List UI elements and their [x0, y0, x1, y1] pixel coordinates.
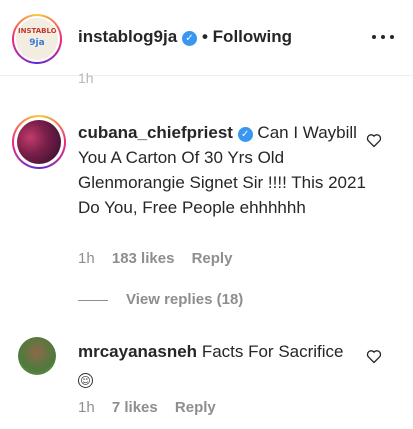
reply-button[interactable]: Reply: [175, 399, 216, 416]
comment-body: mrcayanasneh Facts For Sacrifice ☺: [78, 339, 363, 389]
avatar[interactable]: INSTABLOG 9ja: [16, 18, 58, 60]
username-text[interactable]: instablog9ja: [78, 27, 177, 46]
partial-timestamp: 1h: [78, 70, 94, 84]
comment-time[interactable]: 1h: [78, 250, 95, 267]
more-horizontal-icon[interactable]: [370, 32, 396, 42]
comment-time[interactable]: 1h: [78, 399, 95, 416]
post-header: INSTABLOG 9ja instablog9ja ✓ • Following: [0, 0, 413, 76]
verified-badge-icon: ✓: [237, 127, 253, 142]
view-replies-label[interactable]: View replies (18): [126, 291, 243, 308]
avatar[interactable]: [18, 337, 56, 375]
comment-meta: 1h 7 likes Reply: [78, 399, 229, 416]
reply-button[interactable]: Reply: [192, 250, 233, 267]
heart-outline-icon[interactable]: [366, 133, 382, 148]
avatar-logo-subtext: 9ja: [29, 38, 45, 48]
likes-count[interactable]: 7 likes: [112, 399, 158, 416]
heart-outline-icon[interactable]: [366, 349, 382, 364]
smile-emoji: ☺: [78, 373, 93, 388]
comment-meta: 1h 183 likes Reply: [78, 250, 245, 267]
avatar-logo-text: INSTABLOG: [18, 27, 58, 35]
following-button[interactable]: • Following: [202, 27, 292, 47]
avatar[interactable]: [17, 120, 61, 164]
likes-count[interactable]: 183 likes: [112, 250, 175, 267]
comment-username[interactable]: mrcayanasneh: [78, 342, 197, 361]
view-replies-button[interactable]: View replies (18): [78, 291, 243, 308]
account-username[interactable]: instablog9ja ✓: [78, 27, 197, 47]
comment-text: Facts For Sacrifice: [201, 342, 344, 361]
verified-badge-icon: ✓: [181, 31, 197, 46]
comment-body: cubana_chiefpriest ✓ Can I Waybill You A…: [78, 120, 378, 220]
comment-username[interactable]: cubana_chiefpriest: [78, 123, 233, 142]
replies-divider: [78, 299, 108, 301]
